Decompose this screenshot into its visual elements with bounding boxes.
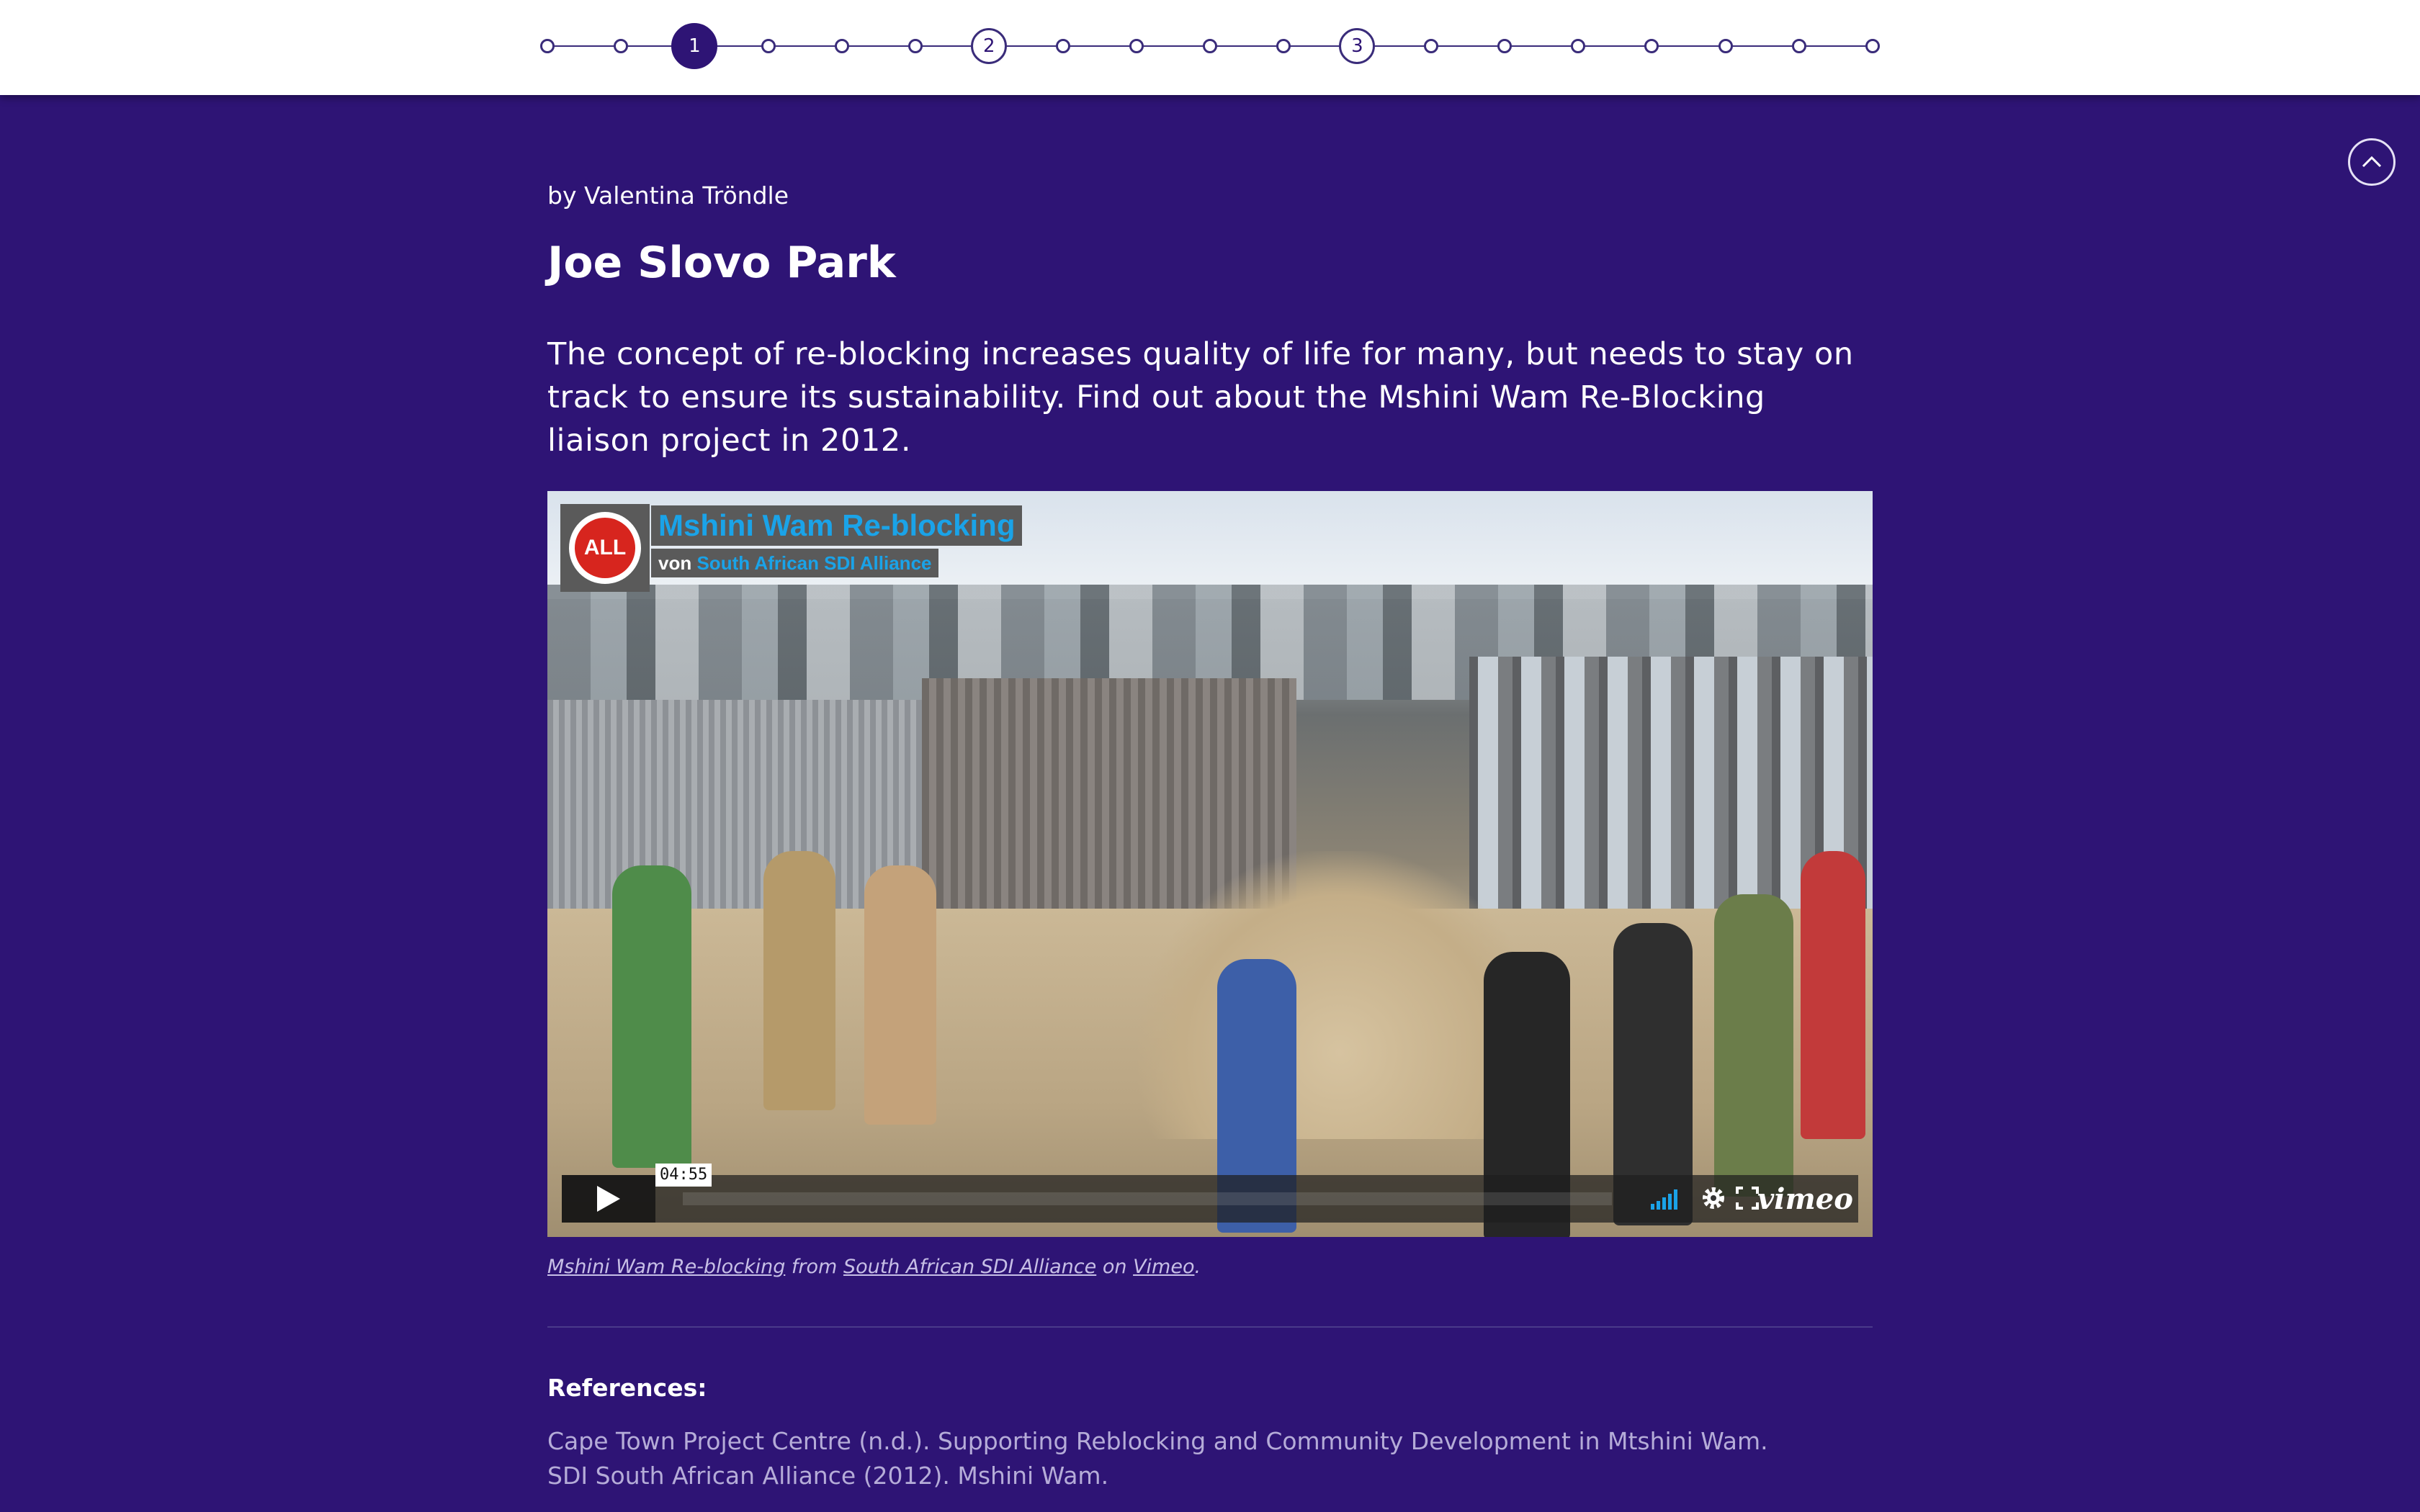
progress-step-1[interactable]: 1	[671, 23, 718, 69]
page-title: Joe Slovo Park	[547, 238, 896, 288]
scroll-top-button[interactable]	[2348, 138, 2396, 186]
caption-end: .	[1194, 1256, 1201, 1278]
progress-step[interactable]	[614, 39, 629, 53]
progress-step[interactable]	[1055, 39, 1070, 53]
progress-step[interactable]	[1129, 39, 1144, 53]
video-frame-person	[864, 865, 936, 1125]
progress-step-3[interactable]: 3	[1339, 28, 1376, 64]
progress-step[interactable]	[834, 39, 849, 53]
play-button[interactable]	[562, 1175, 655, 1223]
progress-step[interactable]	[1718, 39, 1733, 53]
references-heading: References:	[547, 1374, 707, 1402]
channel-logo[interactable]: ALL	[560, 504, 650, 592]
volume-icon[interactable]	[1649, 1185, 1681, 1211]
progress-step[interactable]	[1644, 39, 1659, 53]
channel-logo-mark: ALL	[575, 518, 635, 578]
video-frame-person	[1714, 894, 1793, 1197]
video-channel-name: South African SDI Alliance	[696, 552, 932, 574]
progress-navigation: 1 2 3	[0, 0, 2420, 95]
video-caption: Mshini Wam Re-blocking from South Africa…	[547, 1256, 1201, 1278]
video-frame-person	[763, 851, 835, 1110]
progress-step[interactable]	[1791, 39, 1806, 53]
video-frame-sand-pile	[1138, 851, 1541, 1139]
article-lede: The concept of re-blocking increases qua…	[547, 336, 1854, 459]
progress-step[interactable]	[908, 39, 923, 53]
article-byline: by Valentina Tröndle	[547, 181, 789, 210]
progress-step[interactable]	[1423, 39, 1438, 53]
video-duration: 04:55	[655, 1164, 712, 1187]
fullscreen-icon[interactable]	[1736, 1187, 1759, 1210]
section-divider	[547, 1326, 1873, 1328]
progress-step[interactable]	[1571, 39, 1586, 53]
settings-gear-icon[interactable]	[1700, 1184, 1727, 1212]
progress-step[interactable]	[1865, 39, 1880, 53]
vimeo-logo[interactable]: vimeo	[1757, 1182, 1853, 1216]
video-player[interactable]: ALL Mshini Wam Re-blocking von South Afr…	[547, 491, 1873, 1237]
caption-from: from	[791, 1256, 838, 1278]
progress-step[interactable]	[761, 39, 776, 53]
progress-step[interactable]	[540, 39, 555, 53]
reference-item: SDI South African Alliance (2012). Mshin…	[547, 1462, 1109, 1490]
play-icon	[597, 1186, 620, 1212]
video-frame-person	[1801, 851, 1865, 1139]
vimeo-link[interactable]: Vimeo	[1133, 1256, 1194, 1278]
progress-step[interactable]	[1497, 39, 1512, 53]
video-frame-person	[612, 865, 691, 1168]
scroll-top-icon	[2362, 156, 2382, 168]
progress-step-2[interactable]: 2	[971, 28, 1008, 64]
channel-logo-ring: ALL	[569, 512, 641, 584]
video-title-link[interactable]: Mshini Wam Re-blocking	[547, 1256, 785, 1278]
channel-link[interactable]: South African SDI Alliance	[843, 1256, 1096, 1278]
video-controls: 04:55 vimeo	[562, 1164, 1858, 1223]
video-title[interactable]: Mshini Wam Re-blocking	[651, 505, 1023, 546]
caption-on: on	[1102, 1256, 1127, 1278]
video-progress-bar[interactable]	[683, 1192, 1612, 1205]
video-channel-byline[interactable]: von South African SDI Alliance	[651, 549, 939, 577]
progress-step[interactable]	[1276, 39, 1291, 53]
progress-step[interactable]	[1203, 39, 1217, 53]
video-by-prefix: von	[658, 552, 692, 574]
reference-item: Cape Town Project Centre (n.d.). Support…	[547, 1427, 1768, 1455]
